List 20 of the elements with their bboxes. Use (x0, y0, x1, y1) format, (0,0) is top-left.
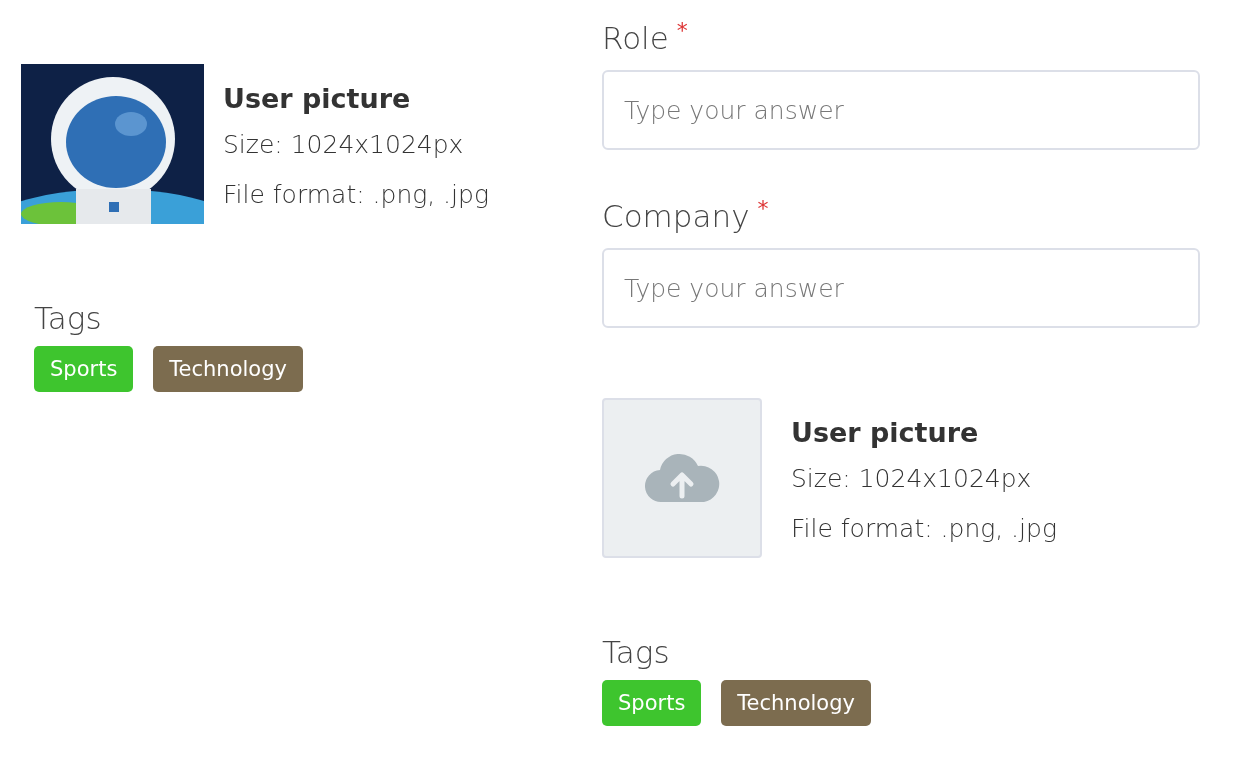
cloud-upload-icon (644, 452, 720, 504)
picture-size: Size: 1024x1024px (223, 129, 465, 161)
picture-title: User picture (223, 82, 412, 116)
picture-format: File format: .png, .jpg (223, 179, 489, 211)
field-label: Role (602, 19, 669, 58)
tag: Sports (602, 680, 702, 726)
upload-area[interactable] (602, 398, 762, 558)
picture-title: User picture (791, 416, 980, 450)
field-label: Company (602, 197, 750, 236)
tags-label: Tags (602, 633, 671, 672)
required-mark: * (676, 18, 688, 43)
tags-label: Tags (34, 299, 103, 338)
tag: Technology (153, 346, 303, 392)
picture-format: File format: .png, .jpg (791, 513, 1057, 545)
tag: Sports (34, 346, 134, 392)
input-field[interactable]: Type your answer (602, 70, 1200, 150)
picture-size: Size: 1024x1024px (791, 463, 1033, 495)
required-mark: * (757, 196, 769, 221)
input-field[interactable]: Type your answer (602, 248, 1200, 328)
tag: Technology (721, 680, 871, 726)
